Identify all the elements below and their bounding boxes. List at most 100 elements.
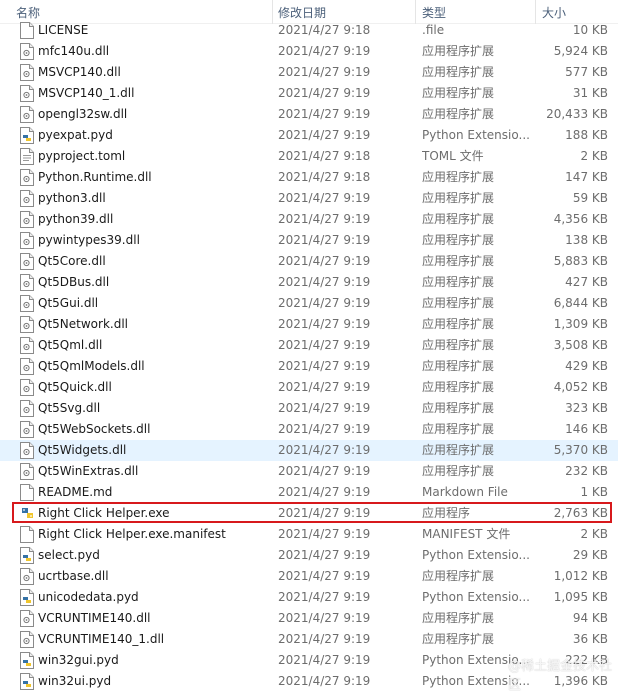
file-date: 2021/4/27 9:19	[278, 128, 371, 142]
file-type: Python Extensio...	[422, 548, 530, 562]
file-name: Qt5Gui.dll	[38, 296, 99, 310]
file-list: LICENSE 2021/4/27 9:18 .file 10 KB mfc140u.d…	[0, 20, 618, 692]
file-icon	[20, 22, 34, 39]
file-type: 应用程序扩展	[422, 233, 495, 247]
file-name: Qt5DBus.dll	[38, 275, 110, 289]
file-row[interactable]: opengl32sw.dll 2021/4/27 9:19 应用程序扩展 20,433…	[0, 104, 618, 125]
file-row[interactable]: unicodedata.pyd 2021/4/27 9:19 Python Exte…	[0, 587, 618, 608]
file-row[interactable]: MSVCP140_1.dll 2021/4/27 9:19 应用程序扩展 31 KB	[0, 83, 618, 104]
dll-icon	[20, 295, 34, 312]
file-type: 应用程序扩展	[422, 569, 495, 583]
file-row[interactable]: python39.dll 2021/4/27 9:19 应用程序扩展 4,356 KB	[0, 209, 618, 230]
file-size: 1 KB	[580, 485, 608, 499]
file-name: MSVCP140_1.dll	[38, 86, 135, 100]
dll-icon	[20, 211, 34, 228]
file-type: 应用程序扩展	[422, 65, 495, 79]
file-row[interactable]: mfc140u.dll 2021/4/27 9:19 应用程序扩展 5,924 KB	[0, 41, 618, 62]
file-row[interactable]: python3.dll 2021/4/27 9:19 应用程序扩展 59 KB	[0, 188, 618, 209]
file-date: 2021/4/27 9:18	[278, 170, 371, 184]
file-size: 146 KB	[565, 422, 608, 436]
sort-ascending-icon: ⌃	[136, 0, 145, 7]
dll-icon	[20, 631, 34, 648]
file-row[interactable]: Qt5QmlModels.dll 2021/4/27 9:19 应用程序扩展 429 …	[0, 356, 618, 377]
file-row[interactable]: pyexpat.pyd 2021/4/27 9:19 Python Extensio…	[0, 125, 618, 146]
file-name: Qt5Network.dll	[38, 317, 128, 331]
file-row[interactable]: README.md 2021/4/27 9:19 Markdown File 1 KB	[0, 482, 618, 503]
file-date: 2021/4/27 9:18	[278, 149, 371, 163]
file-date: 2021/4/27 9:19	[278, 527, 371, 541]
dll-icon	[20, 232, 34, 249]
file-row[interactable]: VCRUNTIME140_1.dll 2021/4/27 9:19 应用程序扩展 36…	[0, 629, 618, 650]
file-icon	[20, 484, 34, 501]
file-row[interactable]: Right Click Helper.exe.manifest 2021/4/27…	[0, 524, 618, 545]
file-type: 应用程序扩展	[422, 464, 495, 478]
file-name: opengl32sw.dll	[38, 107, 128, 121]
file-row[interactable]: Qt5Svg.dll 2021/4/27 9:19 应用程序扩展 323 KB	[0, 398, 618, 419]
file-size: 232 KB	[565, 464, 608, 478]
file-date: 2021/4/27 9:19	[278, 464, 371, 478]
dll-icon	[20, 442, 34, 459]
file-row[interactable]: ucrtbase.dll 2021/4/27 9:19 应用程序扩展 1,012 KB	[0, 566, 618, 587]
file-date: 2021/4/27 9:19	[278, 338, 371, 352]
file-date: 2021/4/27 9:19	[278, 191, 371, 205]
file-type: 应用程序扩展	[422, 275, 495, 289]
file-row[interactable]: Right Click Helper.exe 2021/4/27 9:19 应用程序…	[0, 503, 618, 524]
file-row[interactable]: Qt5WinExtras.dll 2021/4/27 9:19 应用程序扩展 232 …	[0, 461, 618, 482]
file-row[interactable]: Qt5Core.dll 2021/4/27 9:19 应用程序扩展 5,883 KB	[0, 251, 618, 272]
file-type: 应用程序扩展	[422, 632, 495, 646]
dll-icon	[20, 43, 34, 60]
file-name: Qt5Svg.dll	[38, 401, 101, 415]
file-row[interactable]: Qt5Gui.dll 2021/4/27 9:19 应用程序扩展 6,844 KB	[0, 293, 618, 314]
dll-icon	[20, 169, 34, 186]
file-icon	[20, 526, 34, 543]
file-row[interactable]: LICENSE 2021/4/27 9:18 .file 10 KB	[0, 20, 618, 41]
file-row[interactable]: Qt5Qml.dll 2021/4/27 9:19 应用程序扩展 3,508 KB	[0, 335, 618, 356]
file-row[interactable]: select.pyd 2021/4/27 9:19 Python Extensio.…	[0, 545, 618, 566]
file-name: Qt5Widgets.dll	[38, 443, 127, 457]
file-row[interactable]: MSVCP140.dll 2021/4/27 9:19 应用程序扩展 577 KB	[0, 62, 618, 83]
file-row[interactable]: Qt5Network.dll 2021/4/27 9:19 应用程序扩展 1,309 …	[0, 314, 618, 335]
file-row[interactable]: Qt5WebSockets.dll 2021/4/27 9:19 应用程序扩展 146…	[0, 419, 618, 440]
toml-icon	[20, 148, 34, 165]
file-type: 应用程序扩展	[422, 296, 495, 310]
file-size: 5,370 KB	[553, 443, 608, 457]
file-row[interactable]: Qt5Quick.dll 2021/4/27 9:19 应用程序扩展 4,052 KB	[0, 377, 618, 398]
file-type: Python Extensio...	[422, 128, 530, 142]
file-row[interactable]: pyproject.toml 2021/4/27 9:18 TOML 文件 2 KB	[0, 146, 618, 167]
file-row[interactable]: Python.Runtime.dll 2021/4/27 9:18 应用程序扩展 14…	[0, 167, 618, 188]
file-name: Right Click Helper.exe	[38, 506, 170, 520]
dll-icon	[20, 463, 34, 480]
file-type: 应用程序扩展	[422, 611, 495, 625]
python-icon	[20, 673, 34, 690]
file-date: 2021/4/27 9:19	[278, 212, 371, 226]
file-type: Python Extensio...	[422, 590, 530, 604]
file-type: 应用程序扩展	[422, 443, 495, 457]
file-date: 2021/4/27 9:19	[278, 254, 371, 268]
file-type: 应用程序扩展	[422, 107, 495, 121]
file-size: 323 KB	[565, 401, 608, 415]
python-icon	[20, 652, 34, 669]
dll-icon	[20, 337, 34, 354]
file-type: MANIFEST 文件	[422, 527, 511, 541]
dll-icon	[20, 85, 34, 102]
file-type: 应用程序扩展	[422, 359, 495, 373]
file-row[interactable]: VCRUNTIME140.dll 2021/4/27 9:19 应用程序扩展 94 K…	[0, 608, 618, 629]
file-size: 1,095 KB	[553, 590, 608, 604]
dll-icon	[20, 610, 34, 627]
file-date: 2021/4/27 9:19	[278, 548, 371, 562]
file-size: 2 KB	[580, 149, 608, 163]
file-size: 10 KB	[572, 23, 608, 37]
file-row[interactable]: Qt5Widgets.dll 2021/4/27 9:19 应用程序扩展 5,370 …	[0, 440, 618, 461]
file-row[interactable]: pywintypes39.dll 2021/4/27 9:19 应用程序扩展 138 …	[0, 230, 618, 251]
file-name: VCRUNTIME140_1.dll	[38, 632, 165, 646]
file-date: 2021/4/27 9:19	[278, 443, 371, 457]
file-date: 2021/4/27 9:19	[278, 422, 371, 436]
file-name: mfc140u.dll	[38, 44, 110, 58]
file-size: 2,763 KB	[553, 506, 608, 520]
file-date: 2021/4/27 9:19	[278, 611, 371, 625]
file-date: 2021/4/27 9:19	[278, 674, 371, 688]
file-date: 2021/4/27 9:19	[278, 485, 371, 499]
file-type: TOML 文件	[422, 149, 484, 163]
file-row[interactable]: Qt5DBus.dll 2021/4/27 9:19 应用程序扩展 427 KB	[0, 272, 618, 293]
dll-icon	[20, 379, 34, 396]
